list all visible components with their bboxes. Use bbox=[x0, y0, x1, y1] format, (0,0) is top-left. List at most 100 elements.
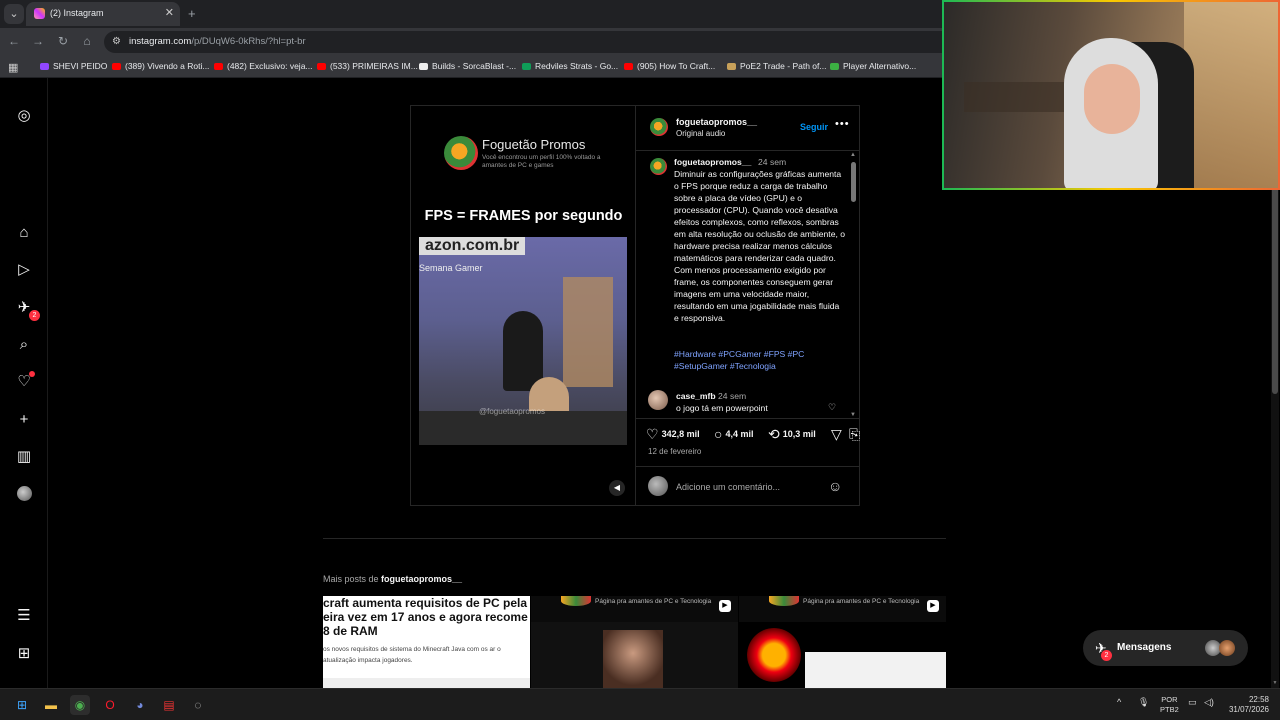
webcam-overlay bbox=[942, 0, 1280, 190]
home-icon[interactable]: ⌂ bbox=[79, 34, 95, 48]
forward-icon[interactable]: → bbox=[30, 34, 46, 48]
save-bookmark-icon[interactable]: ⎘ bbox=[849, 426, 863, 443]
back-icon[interactable]: ← bbox=[6, 34, 22, 48]
video-desk bbox=[419, 411, 627, 445]
bookmark-item[interactable]: (533) PRIMEIRAS IM... bbox=[317, 61, 418, 71]
audio-label[interactable]: Original audio bbox=[676, 129, 725, 138]
instagram-logo-icon[interactable]: ◎ bbox=[14, 106, 34, 126]
new-tab-icon[interactable]: + bbox=[188, 6, 196, 21]
screen: ⌄ (2) Instagram ✕ + ← → ↻ ⌂ ⚙ instagram.… bbox=[0, 0, 1280, 720]
file-explorer-icon[interactable]: ▬ bbox=[41, 695, 61, 715]
reel-play-icon: ▶ bbox=[927, 600, 939, 612]
reload-icon[interactable]: ↻ bbox=[55, 34, 71, 48]
instagram-favicon-icon bbox=[34, 8, 45, 19]
bookmark-item[interactable]: (905) How To Craft... bbox=[624, 61, 715, 71]
volume-icon[interactable]: ◁) bbox=[1204, 697, 1214, 708]
bookmark-item[interactable]: Redviles Strats - Go... bbox=[522, 61, 618, 71]
follow-button[interactable]: Seguir bbox=[800, 122, 828, 132]
bookmark-item[interactable]: Player Alternativo... bbox=[830, 61, 916, 71]
chrome-icon[interactable]: ◉ bbox=[70, 695, 90, 715]
close-tab-icon[interactable]: ✕ bbox=[165, 6, 174, 19]
divider bbox=[636, 150, 859, 151]
comment-icon: ○ bbox=[714, 426, 723, 442]
messages-icon[interactable]: ✈ 2 bbox=[14, 298, 40, 321]
more-post-thumb[interactable]: Página pra amantes de PC e Tecnologia ▶ bbox=[739, 596, 946, 688]
scroll-up-icon[interactable]: ▲ bbox=[849, 152, 857, 158]
tray-chevron-icon[interactable]: ^ bbox=[1117, 697, 1121, 707]
caption-hashtags[interactable]: #Hardware #PCGamer #FPS #PC #SetupGamer … bbox=[674, 348, 824, 372]
tab-search-button[interactable]: ⌄ bbox=[4, 4, 24, 24]
more-post-thumb[interactable]: craft aumenta requisitos de PC pela eira… bbox=[323, 596, 530, 688]
home-icon[interactable]: ⌂ bbox=[14, 223, 34, 243]
comment-avatar[interactable] bbox=[648, 390, 668, 410]
menu-icon[interactable]: ☰ bbox=[14, 606, 34, 626]
caption-time: 24 sem bbox=[758, 157, 787, 167]
scroll-down-icon[interactable]: ▼ bbox=[1271, 680, 1279, 686]
search-icon[interactable]: ⌕ bbox=[14, 335, 34, 355]
brand-name: Foguetão Promos bbox=[482, 137, 586, 152]
like-button[interactable]: ♡ 342,8 mil bbox=[646, 426, 700, 443]
app-icon[interactable]: ◌ bbox=[188, 695, 208, 715]
apps-grid-icon[interactable]: ▦ bbox=[8, 61, 18, 74]
video-sign: azon.com.br bbox=[419, 237, 526, 255]
video-sign-sub: Semana Gamer bbox=[419, 263, 483, 273]
bookmark-item[interactable]: (482) Exclusivo: veja... bbox=[214, 61, 313, 71]
post-media[interactable]: Foguetão Promos Você encontrou um perfil… bbox=[411, 106, 636, 505]
windows-start-icon[interactable]: ⊞ bbox=[12, 695, 32, 715]
bookmark-item[interactable]: PoE2 Trade - Path of... bbox=[727, 61, 826, 71]
video-person bbox=[503, 311, 543, 391]
bookmark-item[interactable]: (389) Vivendo a Roti... bbox=[112, 61, 209, 71]
reel-play-icon: ▶ bbox=[719, 600, 731, 612]
author-username[interactable]: foguetaopromos__ bbox=[676, 117, 757, 127]
thumb-header: Página pra amantes de PC e Tecnologia ▶ bbox=[739, 596, 946, 622]
notifications-heart-icon[interactable]: ♡ bbox=[14, 371, 35, 392]
opera-icon[interactable]: O bbox=[100, 695, 120, 715]
comment-like-icon[interactable]: ♡ bbox=[828, 402, 836, 413]
more-post-thumb[interactable]: Página pra amantes de PC e Tecnologia ▶ bbox=[531, 596, 738, 688]
microphone-icon[interactable]: 🎙 bbox=[1138, 697, 1149, 708]
messages-label: Mensagens bbox=[1117, 642, 1172, 653]
post-date[interactable]: 12 de fevereiro bbox=[648, 447, 701, 456]
messages-button[interactable]: ✈ 2 Mensagens bbox=[1083, 630, 1248, 666]
caption-username[interactable]: foguetaopromos__ bbox=[674, 157, 751, 167]
discord-icon[interactable]: ◕ bbox=[130, 695, 150, 715]
reels-icon[interactable]: ▷ bbox=[14, 260, 34, 280]
browser-tab[interactable]: (2) Instagram ✕ bbox=[26, 2, 180, 26]
thumb-headline: craft aumenta requisitos de PC pela eira… bbox=[323, 596, 528, 638]
notification-dot bbox=[29, 371, 35, 377]
bookmark-item[interactable]: SHEVI PEIDO bbox=[40, 61, 107, 71]
thumb-header: Página pra amantes de PC e Tecnologia ▶ bbox=[531, 596, 738, 622]
comment-button[interactable]: ○ 4,4 mil bbox=[714, 426, 753, 442]
video-watermark: @foguetaopromos bbox=[479, 407, 545, 416]
site-icon bbox=[522, 63, 531, 70]
comment-time: 24 sem bbox=[718, 391, 747, 401]
create-plus-icon[interactable]: + bbox=[14, 410, 34, 430]
comment-input[interactable]: Adicione um comentário... bbox=[676, 482, 780, 492]
post-dialog: Foguetão Promos Você encontrou um perfil… bbox=[410, 105, 860, 506]
profile-avatar[interactable] bbox=[17, 486, 32, 501]
mute-icon[interactable]: ◀ bbox=[609, 480, 625, 496]
more-options-icon[interactable]: ••• bbox=[835, 118, 850, 130]
threads-icon[interactable]: ⊞ bbox=[14, 644, 34, 664]
video-frame[interactable]: azon.com.br Semana Gamer @foguetaopromos bbox=[419, 237, 627, 445]
youtube-icon bbox=[214, 63, 223, 70]
author-avatar[interactable] bbox=[650, 118, 668, 136]
caption-avatar[interactable] bbox=[650, 158, 667, 175]
network-icon[interactable]: ▭ bbox=[1188, 697, 1197, 708]
share-icon[interactable]: ▽ bbox=[831, 426, 845, 443]
site-info-icon[interactable]: ⚙ bbox=[112, 36, 121, 47]
dashboard-icon[interactable]: ▥ bbox=[14, 447, 34, 467]
app-icon[interactable]: ▤ bbox=[159, 695, 179, 715]
bookmark-item[interactable]: Builds - SorcaBlast -... bbox=[419, 61, 516, 71]
emoji-icon[interactable]: ☺ bbox=[828, 478, 842, 494]
input-language[interactable]: POR PTB2 bbox=[1160, 695, 1179, 715]
caption-scrollbar[interactable]: ▲ ▼ bbox=[849, 152, 857, 418]
my-avatar bbox=[648, 476, 668, 496]
more-posts-user[interactable]: foguetaopromos__ bbox=[381, 574, 462, 584]
repost-button[interactable]: ⟲ 10,3 mil bbox=[768, 426, 816, 443]
post-actions: ♡ 342,8 mil ○ 4,4 mil ⟲ 10,3 mil ▽ ⎘ bbox=[646, 424, 860, 444]
comment-username[interactable]: case_mfb bbox=[676, 391, 716, 401]
thumb-face bbox=[603, 630, 663, 688]
scroll-thumb[interactable] bbox=[851, 162, 856, 202]
system-clock[interactable]: 22:58 31/07/2026 bbox=[1225, 695, 1269, 715]
